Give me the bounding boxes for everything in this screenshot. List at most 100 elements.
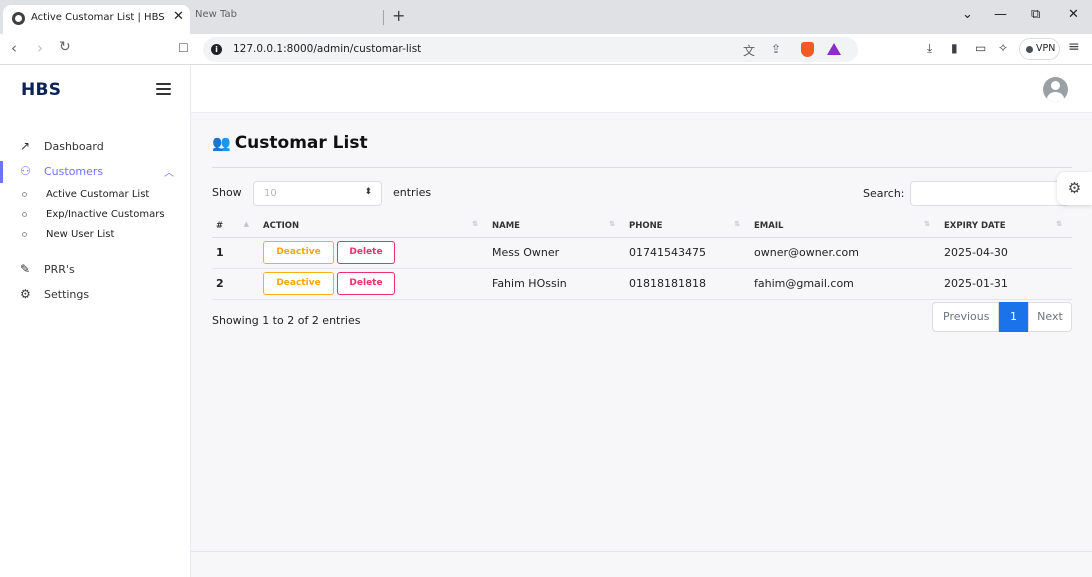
cell-action: Deactive Delete [259, 237, 488, 269]
edit-icon: ✎ [20, 262, 31, 276]
window-close-icon[interactable]: ✕ [1068, 7, 1079, 22]
column-header-label: NAME [492, 221, 520, 232]
sort-icon: ⇅ [924, 220, 930, 228]
column-header-label: EXPIRY DATE [944, 221, 1006, 232]
cell-num: 2 [212, 268, 259, 300]
bullet-icon [22, 192, 27, 197]
column-header-name[interactable]: NAME ⇅ [488, 216, 625, 238]
vpn-button[interactable]: VPN [1019, 38, 1060, 60]
browser-menu-icon[interactable]: ≡ [1068, 39, 1080, 55]
cell-name: Mess Owner [488, 237, 625, 269]
sort-icon: ⇅ [472, 220, 478, 228]
sidebar-subitem-active-customar-list[interactable]: Active Customar List [0, 186, 190, 204]
cell-email: fahim@gmail.com [750, 268, 940, 300]
customer-table: # ▲ ACTION ⇅ NAME ⇅ PHONE ⇅ EMAIL ⇅ EXPIRY DA… [212, 216, 1072, 300]
column-header-label: EMAIL [754, 221, 784, 232]
brand-logo[interactable]: HBS [21, 80, 61, 100]
search-label: Search: [863, 187, 905, 200]
new-tab-plus-icon[interactable]: + [392, 6, 405, 25]
sidebar-subitem-new-user-list[interactable]: New User List [0, 226, 190, 244]
deactive-button[interactable]: Deactive [263, 272, 334, 295]
hamburger-menu-icon[interactable] [156, 83, 171, 95]
cell-action: Deactive Delete [259, 268, 488, 300]
cell-expiry: 2025-04-30 [940, 237, 1072, 269]
browser-tab-active[interactable]: Active Customar List | HBS ✕ [3, 5, 190, 34]
gear-icon: ⚙ [20, 287, 31, 301]
bookmark-icon[interactable]: ☐ [178, 41, 189, 55]
tab-search-chevron-icon[interactable]: ⌄ [962, 7, 973, 22]
previous-page-button[interactable]: Previous [932, 302, 999, 332]
delete-button[interactable]: Delete [337, 272, 395, 295]
trend-up-icon: ↗ [20, 139, 31, 153]
main-content: 👥 Customar List Show 10 ⬍ entries Search:… [191, 66, 1092, 577]
column-header-label: PHONE [629, 221, 663, 232]
restore-icon[interactable]: ⧉ [1031, 7, 1040, 22]
top-navbar [191, 66, 1092, 113]
users-group-icon: 👥 [212, 134, 231, 152]
table-header-row: # ▲ ACTION ⇅ NAME ⇅ PHONE ⇅ EMAIL ⇅ EXPIRY DA… [212, 216, 1072, 238]
browser-tab-new[interactable]: New Tab [195, 9, 237, 20]
minimize-icon[interactable]: — [994, 7, 1007, 22]
download-icon[interactable]: ⤓ [927, 41, 932, 56]
footer-divider [191, 551, 1092, 552]
page-title: 👥 Customar List [212, 133, 368, 153]
table-info-text: Showing 1 to 2 of 2 entries [212, 314, 361, 327]
forward-icon[interactable]: › [37, 39, 43, 57]
table-row: 2 Deactive Delete Fahim HOssin 0181818181… [212, 268, 1072, 300]
page-length-select[interactable]: 10 ⬍ [253, 181, 382, 206]
column-header-action[interactable]: ACTION ⇅ [259, 216, 488, 238]
sidebar: HBS ↗ Dashboard ⚇ Customers ︿ Active Cus… [0, 66, 191, 577]
sidebar-item-customers[interactable]: ⚇ Customers ︿ [0, 161, 190, 183]
delete-button[interactable]: Delete [337, 241, 395, 264]
show-label: Show [212, 186, 242, 199]
wallet-icon[interactable]: ▭ [975, 41, 986, 55]
user-avatar-icon[interactable] [1043, 77, 1068, 102]
page-title-text: Customar List [234, 133, 368, 153]
settings-gear-icon[interactable]: ⚙ [1057, 172, 1092, 205]
leo-ai-icon[interactable]: ✧ [998, 41, 1008, 55]
cell-expiry: 2025-01-31 [940, 268, 1072, 300]
sidebar-toggle-icon[interactable]: ▮ [951, 41, 958, 55]
reload-icon[interactable]: ↻ [59, 39, 71, 55]
column-header-email[interactable]: EMAIL ⇅ [750, 216, 940, 238]
sidebar-item-settings[interactable]: ⚙ Settings [0, 284, 190, 306]
title-divider [212, 167, 1072, 168]
cell-phone: 01818181818 [625, 268, 750, 300]
cell-num: 1 [212, 237, 259, 269]
tab-title: Active Customar List | HBS [31, 12, 165, 23]
users-icon: ⚇ [20, 164, 31, 178]
brave-shields-icon[interactable] [801, 42, 814, 57]
chevron-up-icon: ︿ [164, 168, 174, 179]
address-bar[interactable]: i 127.0.0.1:8000/admin/customar-list 文 ⇪ [203, 37, 858, 62]
cell-name: Fahim HOssin [488, 268, 625, 300]
tab-close-icon[interactable]: ✕ [173, 9, 184, 24]
sidebar-item-label: PRR's [44, 263, 75, 276]
sidebar-subitem-label: Exp/Inactive Customars [46, 209, 165, 220]
url-text[interactable]: 127.0.0.1:8000/admin/customar-list [233, 43, 421, 55]
column-header-phone[interactable]: PHONE ⇅ [625, 216, 750, 238]
browser-toolbar: ‹ › ↻ ☐ i 127.0.0.1:8000/admin/customar-… [0, 34, 1092, 65]
sidebar-subitem-label: Active Customar List [46, 189, 150, 200]
next-page-button[interactable]: Next [1028, 302, 1072, 332]
column-header-expiry[interactable]: EXPIRY DATE ⇅ [940, 216, 1072, 238]
page-1-button[interactable]: 1 [999, 302, 1028, 332]
column-header-label: ACTION [263, 221, 300, 232]
search-input[interactable] [910, 181, 1070, 206]
deactive-button[interactable]: Deactive [263, 241, 334, 264]
cell-phone: 01741543475 [625, 237, 750, 269]
sidebar-item-prrs[interactable]: ✎ PRR's [0, 259, 190, 281]
bullet-icon [22, 232, 27, 237]
browser-tab-strip: Active Customar List | HBS ✕ New Tab + ⌄… [0, 0, 1092, 34]
site-info-icon[interactable]: i [211, 44, 222, 55]
translate-icon[interactable]: 文 [743, 42, 755, 59]
back-icon[interactable]: ‹ [11, 39, 17, 57]
sort-icon: ▲ [243, 220, 249, 228]
sidebar-item-dashboard[interactable]: ↗ Dashboard [0, 136, 190, 158]
cell-email: owner@owner.com [750, 237, 940, 269]
column-header-num[interactable]: # ▲ [212, 216, 259, 238]
entries-label: entries [393, 186, 432, 199]
brave-rewards-icon[interactable] [827, 43, 841, 55]
sidebar-subitem-exp-inactive-customars[interactable]: Exp/Inactive Customars [0, 206, 190, 224]
table-row: 1 Deactive Delete Mess Owner 01741543475 … [212, 237, 1072, 269]
share-icon[interactable]: ⇪ [771, 42, 781, 56]
